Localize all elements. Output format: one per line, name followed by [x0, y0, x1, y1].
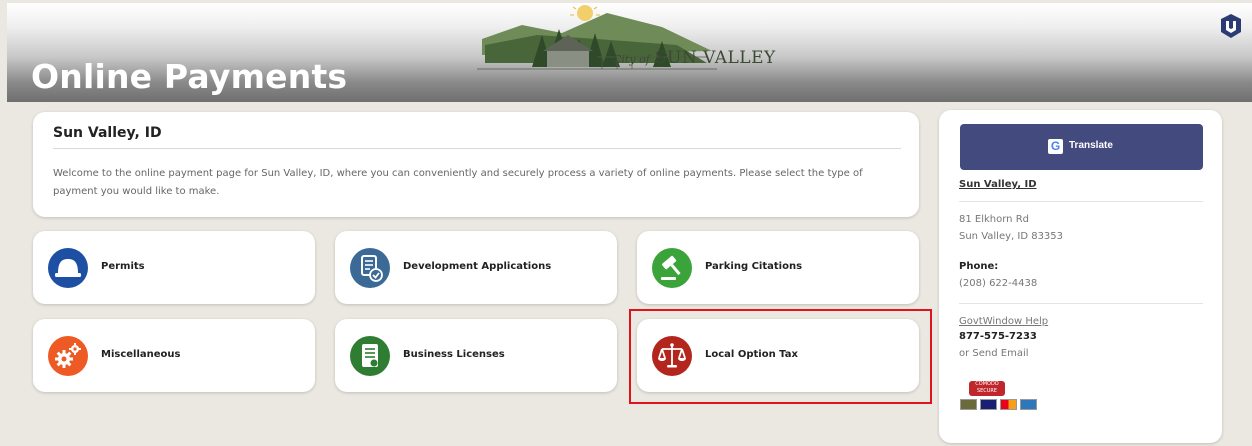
logo-city-of: City of [613, 53, 650, 66]
business-licenses-tile[interactable]: Business Licenses [335, 319, 617, 392]
phone-label: Phone: [959, 261, 999, 272]
mastercard-icon [1000, 399, 1017, 410]
selection-highlight-box [629, 309, 932, 404]
comodo-badge-line2: SECURE [976, 388, 998, 394]
translate-button[interactable]: G Translate [960, 124, 1203, 170]
contact-sidebar: G Translate Sun Valley, ID 81 Elkhorn Rd… [939, 110, 1222, 443]
gavel-icon [652, 248, 692, 288]
send-email-link[interactable]: or Send Email [959, 348, 1029, 359]
amex-card-icon [1020, 399, 1037, 410]
address-line2: Sun Valley, ID 83353 [959, 231, 1064, 242]
sidebar-divider [959, 201, 1203, 202]
comodo-badge-line1: COMODO [975, 381, 999, 387]
permits-tile[interactable]: Permits [33, 231, 315, 304]
visa-card-icon [980, 399, 997, 410]
card-generic-icon [960, 399, 977, 410]
comodo-secure-badge: COMODO SECURE [969, 381, 1005, 396]
govtwindow-help-link[interactable]: GovtWindow Help [959, 316, 1048, 327]
hard-hat-icon [48, 248, 88, 288]
document-check-icon [350, 248, 390, 288]
welcome-divider [53, 148, 901, 149]
parking-citations-label: Parking Citations [705, 261, 803, 272]
welcome-card: Sun Valley, ID Welcome to the online pay… [33, 112, 919, 217]
google-icon: G [1048, 139, 1063, 154]
welcome-text: Welcome to the online payment page for S… [53, 168, 863, 197]
sidebar-divider [959, 303, 1203, 304]
govtwindow-icon[interactable] [1220, 13, 1242, 39]
permits-label: Permits [101, 261, 145, 272]
address-line1: 81 Elkhorn Rd [959, 214, 1029, 225]
development-applications-label: Development Applications [403, 261, 552, 272]
logo-city-name: SUN VALLEY [654, 48, 776, 68]
miscellaneous-label: Miscellaneous [101, 349, 181, 360]
license-document-icon [350, 336, 390, 376]
page-header: City of SUN VALLEY Online Payments [7, 3, 1252, 102]
page-title: Online Payments [31, 57, 348, 96]
logo-text: City of SUN VALLEY [613, 48, 776, 68]
business-licenses-label: Business Licenses [403, 349, 505, 360]
translate-label: Translate [1069, 140, 1113, 151]
help-phone: 877-575-7233 [959, 331, 1037, 342]
parking-citations-tile[interactable]: Parking Citations [637, 231, 919, 304]
gears-icon [48, 336, 88, 376]
development-applications-tile[interactable]: Development Applications [335, 231, 617, 304]
phone-number: (208) 622-4438 [959, 278, 1038, 289]
miscellaneous-tile[interactable]: Miscellaneous [33, 319, 315, 392]
org-name-link[interactable]: Sun Valley, ID [959, 179, 1037, 190]
welcome-heading: Sun Valley, ID [53, 125, 162, 141]
